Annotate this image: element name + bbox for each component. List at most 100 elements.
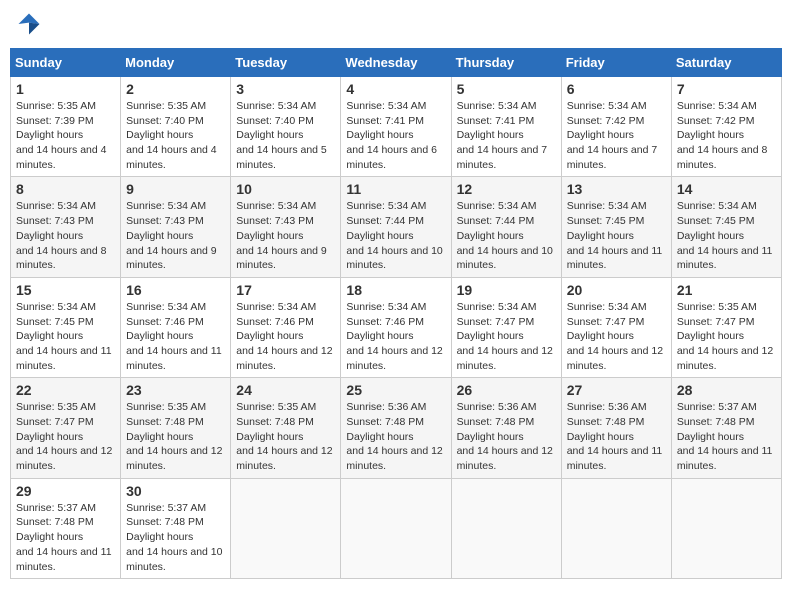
daylight-label: Daylight hours <box>346 230 413 242</box>
sunset-label: Sunset: 7:48 PM <box>126 516 204 528</box>
calendar-cell: 7 Sunrise: 5:34 AM Sunset: 7:42 PM Dayli… <box>671 77 781 177</box>
calendar-cell: 30 Sunrise: 5:37 AM Sunset: 7:48 PM Dayl… <box>121 478 231 578</box>
sunset-label: Sunset: 7:40 PM <box>126 115 204 127</box>
day-number: 22 <box>16 382 115 398</box>
header-sunday: Sunday <box>11 49 121 77</box>
daylight-label: Daylight hours <box>126 431 193 443</box>
sunset-label: Sunset: 7:48 PM <box>126 416 204 428</box>
sunset-label: Sunset: 7:47 PM <box>457 316 535 328</box>
sunset-label: Sunset: 7:47 PM <box>677 316 755 328</box>
day-number: 11 <box>346 181 445 197</box>
sunset-label: Sunset: 7:48 PM <box>457 416 535 428</box>
calendar-cell <box>451 478 561 578</box>
day-number: 7 <box>677 81 776 97</box>
day-info: Sunrise: 5:37 AM Sunset: 7:48 PM Dayligh… <box>126 501 225 574</box>
day-number: 12 <box>457 181 556 197</box>
sunset-label: Sunset: 7:43 PM <box>126 215 204 227</box>
daylight-value: and 14 hours and 12 minutes. <box>346 345 442 372</box>
daylight-value: and 14 hours and 12 minutes. <box>567 345 663 372</box>
calendar-cell: 2 Sunrise: 5:35 AM Sunset: 7:40 PM Dayli… <box>121 77 231 177</box>
sunset-label: Sunset: 7:44 PM <box>346 215 424 227</box>
day-number: 17 <box>236 282 335 298</box>
day-number: 21 <box>677 282 776 298</box>
daylight-value: and 14 hours and 6 minutes. <box>346 144 437 171</box>
sunrise-label: Sunrise: 5:34 AM <box>16 200 96 212</box>
daylight-label: Daylight hours <box>567 431 634 443</box>
day-number: 10 <box>236 181 335 197</box>
sunrise-label: Sunrise: 5:36 AM <box>346 401 426 413</box>
sunrise-label: Sunrise: 5:36 AM <box>567 401 647 413</box>
sunset-label: Sunset: 7:47 PM <box>567 316 645 328</box>
header-wednesday: Wednesday <box>341 49 451 77</box>
day-info: Sunrise: 5:35 AM Sunset: 7:39 PM Dayligh… <box>16 99 115 172</box>
daylight-value: and 14 hours and 5 minutes. <box>236 144 327 171</box>
day-number: 13 <box>567 181 666 197</box>
day-number: 15 <box>16 282 115 298</box>
calendar-cell: 17 Sunrise: 5:34 AM Sunset: 7:46 PM Dayl… <box>231 277 341 377</box>
daylight-value: and 14 hours and 10 minutes. <box>457 245 553 272</box>
calendar-cell: 23 Sunrise: 5:35 AM Sunset: 7:48 PM Dayl… <box>121 378 231 478</box>
daylight-value: and 14 hours and 8 minutes. <box>16 245 107 272</box>
day-number: 26 <box>457 382 556 398</box>
daylight-value: and 14 hours and 8 minutes. <box>677 144 768 171</box>
sunset-label: Sunset: 7:39 PM <box>16 115 94 127</box>
calendar-table: SundayMondayTuesdayWednesdayThursdayFrid… <box>10 48 782 579</box>
sunset-label: Sunset: 7:48 PM <box>346 416 424 428</box>
sunrise-label: Sunrise: 5:35 AM <box>236 401 316 413</box>
sunrise-label: Sunrise: 5:34 AM <box>346 301 426 313</box>
sunrise-label: Sunrise: 5:34 AM <box>457 301 537 313</box>
header-thursday: Thursday <box>451 49 561 77</box>
day-info: Sunrise: 5:34 AM Sunset: 7:42 PM Dayligh… <box>677 99 776 172</box>
calendar-cell <box>561 478 671 578</box>
sunrise-label: Sunrise: 5:34 AM <box>567 200 647 212</box>
day-info: Sunrise: 5:34 AM Sunset: 7:44 PM Dayligh… <box>457 199 556 272</box>
calendar-cell: 13 Sunrise: 5:34 AM Sunset: 7:45 PM Dayl… <box>561 177 671 277</box>
day-number: 5 <box>457 81 556 97</box>
day-info: Sunrise: 5:34 AM Sunset: 7:44 PM Dayligh… <box>346 199 445 272</box>
sunset-label: Sunset: 7:48 PM <box>236 416 314 428</box>
day-info: Sunrise: 5:36 AM Sunset: 7:48 PM Dayligh… <box>346 400 445 473</box>
day-number: 14 <box>677 181 776 197</box>
calendar-cell: 28 Sunrise: 5:37 AM Sunset: 7:48 PM Dayl… <box>671 378 781 478</box>
header-monday: Monday <box>121 49 231 77</box>
daylight-value: and 14 hours and 9 minutes. <box>126 245 217 272</box>
day-info: Sunrise: 5:34 AM Sunset: 7:46 PM Dayligh… <box>236 300 335 373</box>
calendar-cell: 16 Sunrise: 5:34 AM Sunset: 7:46 PM Dayl… <box>121 277 231 377</box>
day-info: Sunrise: 5:34 AM Sunset: 7:41 PM Dayligh… <box>457 99 556 172</box>
daylight-value: and 14 hours and 11 minutes. <box>16 345 112 372</box>
calendar-cell: 20 Sunrise: 5:34 AM Sunset: 7:47 PM Dayl… <box>561 277 671 377</box>
sunset-label: Sunset: 7:45 PM <box>567 215 645 227</box>
daylight-label: Daylight hours <box>457 230 524 242</box>
day-number: 9 <box>126 181 225 197</box>
day-number: 6 <box>567 81 666 97</box>
sunset-label: Sunset: 7:41 PM <box>457 115 535 127</box>
daylight-label: Daylight hours <box>567 330 634 342</box>
sunrise-label: Sunrise: 5:35 AM <box>126 401 206 413</box>
sunset-label: Sunset: 7:44 PM <box>457 215 535 227</box>
day-info: Sunrise: 5:35 AM Sunset: 7:47 PM Dayligh… <box>677 300 776 373</box>
calendar-cell <box>671 478 781 578</box>
day-info: Sunrise: 5:34 AM Sunset: 7:45 PM Dayligh… <box>677 199 776 272</box>
daylight-label: Daylight hours <box>567 129 634 141</box>
day-number: 2 <box>126 81 225 97</box>
daylight-value: and 14 hours and 12 minutes. <box>677 345 773 372</box>
calendar-week-row: 8 Sunrise: 5:34 AM Sunset: 7:43 PM Dayli… <box>11 177 782 277</box>
daylight-value: and 14 hours and 12 minutes. <box>457 345 553 372</box>
daylight-value: and 14 hours and 11 minutes. <box>677 245 773 272</box>
day-info: Sunrise: 5:37 AM Sunset: 7:48 PM Dayligh… <box>677 400 776 473</box>
calendar-header-row: SundayMondayTuesdayWednesdayThursdayFrid… <box>11 49 782 77</box>
daylight-value: and 14 hours and 10 minutes. <box>346 245 442 272</box>
day-info: Sunrise: 5:34 AM Sunset: 7:42 PM Dayligh… <box>567 99 666 172</box>
daylight-value: and 14 hours and 11 minutes. <box>126 345 222 372</box>
sunrise-label: Sunrise: 5:34 AM <box>567 100 647 112</box>
sunrise-label: Sunrise: 5:34 AM <box>236 200 316 212</box>
header-friday: Friday <box>561 49 671 77</box>
sunset-label: Sunset: 7:42 PM <box>677 115 755 127</box>
sunset-label: Sunset: 7:48 PM <box>677 416 755 428</box>
sunrise-label: Sunrise: 5:34 AM <box>16 301 96 313</box>
daylight-label: Daylight hours <box>457 431 524 443</box>
daylight-value: and 14 hours and 12 minutes. <box>236 345 332 372</box>
sunrise-label: Sunrise: 5:34 AM <box>126 200 206 212</box>
sunset-label: Sunset: 7:48 PM <box>567 416 645 428</box>
daylight-label: Daylight hours <box>457 330 524 342</box>
